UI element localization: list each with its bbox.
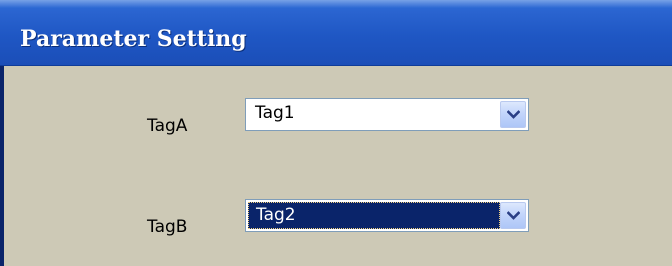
title-bar[interactable]: Parameter Setting [0, 0, 672, 66]
tag-b-label: TagB [147, 217, 188, 237]
dialog-title: Parameter Setting [20, 26, 247, 52]
tag-b-dropdown-button[interactable] [500, 202, 526, 229]
parameter-setting-dialog: Parameter Setting TagA Tag1 TagB Tag2 [0, 0, 672, 266]
title-bar-sheen [0, 0, 672, 8]
tag-b-select[interactable]: Tag2 [245, 199, 529, 232]
tag-a-value[interactable]: Tag1 [248, 101, 500, 128]
tag-b-value[interactable]: Tag2 [248, 202, 500, 229]
tag-a-select[interactable]: Tag1 [245, 98, 529, 131]
chevron-down-icon [507, 110, 520, 119]
settings-panel: TagA Tag1 TagB Tag2 [4, 66, 672, 266]
tag-a-label: TagA [147, 116, 188, 136]
tag-a-dropdown-button[interactable] [500, 101, 526, 128]
chevron-down-icon [507, 211, 520, 220]
